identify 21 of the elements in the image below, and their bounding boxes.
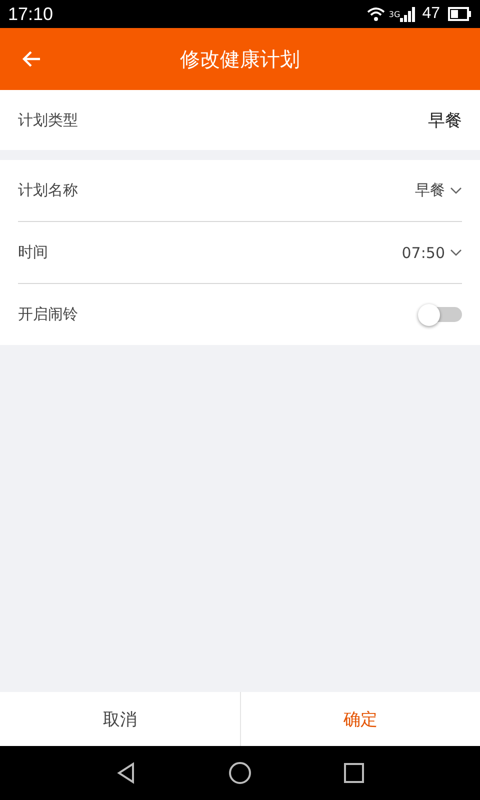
recents-icon[interactable]: [344, 763, 364, 783]
back-icon[interactable]: [116, 762, 136, 784]
dropdown-selector[interactable]: 07:50: [402, 244, 462, 262]
field-label: 计划名称: [18, 181, 78, 200]
network-label: 3G: [388, 10, 400, 19]
chevron-down-icon: [450, 248, 462, 256]
status-time: 17:10: [8, 4, 54, 24]
field-label: 计划类型: [18, 110, 78, 130]
field-label: 时间: [18, 243, 48, 262]
page-title: 修改健康计划: [180, 46, 300, 72]
chevron-down-icon: [450, 186, 462, 194]
field-label: 开启闹铃: [18, 305, 78, 324]
back-arrow-icon[interactable]: [22, 50, 42, 68]
field-value: 早餐: [428, 110, 462, 132]
home-icon[interactable]: [228, 761, 252, 785]
battery-icon: [448, 7, 472, 21]
signal-icon: [400, 6, 416, 22]
dropdown-selector[interactable]: 早餐: [415, 181, 462, 200]
battery-level: 47: [422, 5, 440, 23]
wifi-icon: [366, 6, 386, 22]
alarm-toggle[interactable]: [418, 304, 462, 326]
